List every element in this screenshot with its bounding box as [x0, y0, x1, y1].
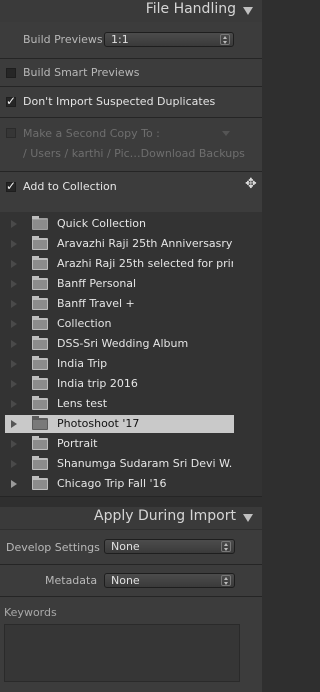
- build-previews-value: 1:1: [111, 33, 129, 46]
- smart-previews-section: Build Smart Previews: [0, 59, 262, 86]
- second-copy-dropdown-icon[interactable]: [222, 131, 230, 136]
- collection-icon: [32, 396, 48, 410]
- add-to-collection-checkbox[interactable]: [6, 179, 16, 193]
- metadata-section: Metadata None: [0, 565, 262, 596]
- collection-row[interactable]: India trip 2016: [5, 375, 234, 393]
- build-previews-select[interactable]: 1:1: [104, 32, 234, 47]
- collection-row[interactable]: Banff Personal: [5, 275, 234, 293]
- expand-arrow-icon: [11, 280, 17, 288]
- collection-row[interactable]: Arazhi Raji 25th selected for print: [5, 255, 234, 273]
- select-stepper-icon: [221, 541, 231, 552]
- expand-arrow-icon: [11, 360, 17, 368]
- keywords-label: Keywords: [4, 606, 57, 619]
- quick-collection-icon: [32, 216, 48, 230]
- expand-arrow-icon: [11, 260, 17, 268]
- expand-arrow-icon: [11, 440, 17, 448]
- build-smart-previews-checkbox[interactable]: [6, 68, 16, 78]
- expand-arrow-icon: [11, 240, 17, 248]
- second-copy-section: Make a Second Copy To : / Users / karthi…: [0, 118, 262, 171]
- file-handling-title: File Handling: [145, 1, 236, 17]
- collection-row[interactable]: Shanumga Sudaram Sri Devi W...: [5, 455, 234, 473]
- expand-arrow-icon: [11, 320, 17, 328]
- metadata-label: Metadata: [45, 574, 98, 587]
- select-stepper-icon: [221, 575, 231, 586]
- metadata-value: None: [111, 574, 140, 587]
- develop-settings-select[interactable]: None: [104, 539, 235, 554]
- collapse-triangle-icon[interactable]: [243, 7, 253, 15]
- collection-row[interactable]: Lens test: [5, 395, 234, 413]
- add-collection-plus-icon[interactable]: ✥: [245, 176, 257, 192]
- build-previews-label: Build Previews: [23, 33, 103, 46]
- develop-settings-section: Develop Settings None: [0, 530, 262, 564]
- collection-row-selected[interactable]: Photoshoot '17: [5, 415, 234, 433]
- collection-icon: [32, 356, 48, 370]
- dont-import-duplicates-checkbox[interactable]: [6, 94, 16, 108]
- collection-row[interactable]: DSS-Sri Wedding Album: [5, 335, 234, 353]
- collection-list: Quick Collection Aravazhi Raji 25th Anni…: [0, 212, 262, 496]
- second-copy-path: / Users / karthi / Pic…Download Backups: [23, 147, 245, 160]
- collection-icon: [32, 256, 48, 270]
- add-to-collection-section: Add to Collection ✥: [0, 172, 262, 212]
- collection-row[interactable]: India Trip: [5, 355, 234, 373]
- build-smart-previews-label: Build Smart Previews: [23, 66, 140, 79]
- add-to-collection-label: Add to Collection: [23, 180, 117, 193]
- collapse-triangle-icon[interactable]: [243, 514, 253, 522]
- expand-arrow-icon: [11, 400, 17, 408]
- collection-row[interactable]: Banff Travel +: [5, 295, 234, 313]
- select-stepper-icon: [220, 34, 230, 45]
- duplicates-section: Don't Import Suspected Duplicates: [0, 87, 262, 117]
- collection-row[interactable]: Quick Collection: [5, 215, 234, 233]
- collection-icon: [32, 376, 48, 390]
- metadata-select[interactable]: None: [104, 573, 235, 588]
- collection-row[interactable]: Aravazhi Raji 25th Anniversasry: [5, 235, 234, 253]
- keywords-textarea[interactable]: [4, 624, 240, 682]
- develop-settings-label: Develop Settings: [6, 541, 100, 554]
- file-handling-header[interactable]: File Handling: [0, 0, 262, 22]
- develop-settings-value: None: [111, 540, 140, 553]
- expand-arrow-icon: [11, 460, 17, 468]
- collection-row[interactable]: Collection: [5, 315, 234, 333]
- collection-icon: [32, 236, 48, 250]
- collection-icon: [32, 456, 48, 470]
- expand-arrow-icon: [11, 340, 17, 348]
- collection-icon: [32, 316, 48, 330]
- collection-icon: [32, 416, 48, 430]
- collection-icon: [32, 276, 48, 290]
- expand-arrow-icon: [11, 220, 17, 228]
- apply-during-import-header[interactable]: Apply During Import: [0, 507, 262, 529]
- collection-set-icon: [32, 476, 48, 490]
- apply-during-import-title: Apply During Import: [94, 508, 236, 524]
- second-copy-checkbox[interactable]: [6, 128, 16, 138]
- collection-icon: [32, 296, 48, 310]
- dont-import-duplicates-label: Don't Import Suspected Duplicates: [23, 95, 216, 108]
- expand-arrow-icon: [11, 420, 17, 428]
- expand-arrow-icon: [11, 380, 17, 388]
- collection-set-row[interactable]: Chicago Trip Fall '16: [5, 475, 234, 493]
- collection-icon: [32, 336, 48, 350]
- expand-arrow-icon: [11, 300, 17, 308]
- collection-row[interactable]: Portrait: [5, 435, 234, 453]
- build-previews-section: Build Previews 1:1: [0, 22, 262, 58]
- collection-icon: [32, 436, 48, 450]
- second-copy-label: Make a Second Copy To :: [23, 127, 160, 140]
- expand-arrow-icon[interactable]: [11, 480, 17, 488]
